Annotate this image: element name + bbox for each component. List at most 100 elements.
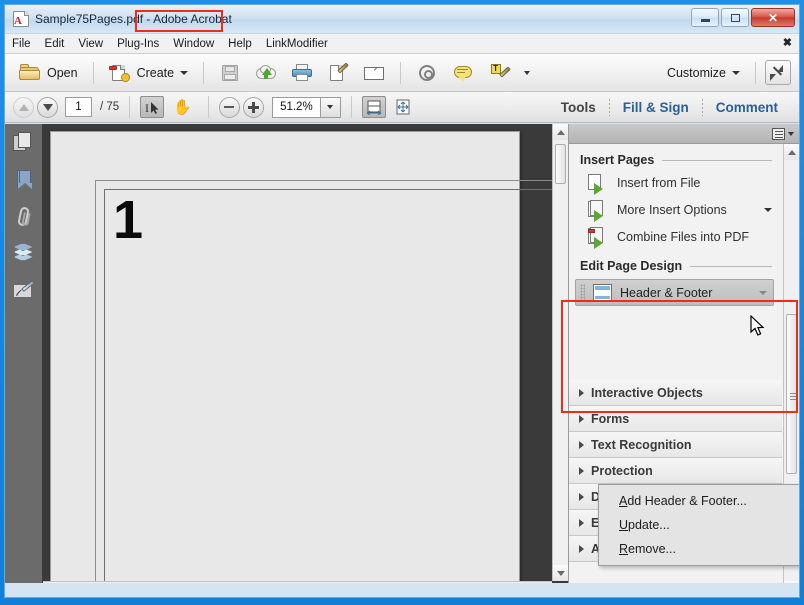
page-thumbnails-icon[interactable] xyxy=(12,132,35,154)
accordion-protection[interactable]: Protection xyxy=(569,458,782,484)
navigation-rail: 𝓉 xyxy=(5,124,43,597)
chevron-down-icon xyxy=(327,105,334,109)
menu-item-help[interactable]: Help xyxy=(221,36,259,52)
toolbar-separator xyxy=(92,61,94,84)
tools-tabs: Tools Fill & Sign Comment xyxy=(548,98,791,116)
tab-tools[interactable]: Tools xyxy=(548,100,609,115)
zoom-in-icon xyxy=(247,101,259,113)
next-page-button[interactable] xyxy=(37,96,58,118)
maximize-button[interactable] xyxy=(721,8,749,27)
menu-item-add-header-footer[interactable]: Add Header & Footer... xyxy=(599,489,799,513)
menu-item-file[interactable]: File xyxy=(5,36,38,52)
fit-page-icon xyxy=(396,99,410,114)
chevron-right-icon xyxy=(579,518,584,527)
header-footer-dropdown-menu[interactable]: Add Header & Footer... Update... Remove.… xyxy=(598,484,799,566)
accordion-label: Protection xyxy=(591,463,653,478)
tool-insert-from-file[interactable]: Insert from File xyxy=(569,169,782,196)
sign-document-button[interactable] xyxy=(321,60,355,86)
panel-options-icon[interactable] xyxy=(772,127,785,140)
zoom-level-input[interactable]: 51.2% xyxy=(271,96,321,118)
menu-item-view[interactable]: View xyxy=(71,36,110,52)
main-toolbar: Open Create T Customize xyxy=(5,54,799,92)
chevron-right-icon xyxy=(579,440,584,449)
accordion-forms[interactable]: Forms xyxy=(569,406,782,432)
zoom-in-button[interactable] xyxy=(242,96,264,118)
more-tools-button[interactable] xyxy=(518,68,536,78)
bookmarks-icon[interactable] xyxy=(13,169,35,191)
section-rule xyxy=(662,159,772,161)
signatures-icon[interactable]: 𝓉 xyxy=(12,280,35,302)
close-icon: ✕ xyxy=(767,10,779,25)
highlight-text-button[interactable]: T xyxy=(482,60,516,86)
tab-comment[interactable]: Comment xyxy=(703,100,791,115)
menu-item-update[interactable]: Update... xyxy=(599,513,799,537)
tool-more-insert-options[interactable]: More Insert Options xyxy=(569,196,782,223)
settings-button[interactable] xyxy=(410,60,444,86)
insert-pages-label: Insert Pages xyxy=(580,153,655,167)
close-button[interactable]: ✕ xyxy=(751,8,795,27)
header-footer-label: Header & Footer xyxy=(620,285,713,300)
chevron-right-icon xyxy=(579,544,584,553)
menu-item-remove[interactable]: Remove... xyxy=(599,537,799,561)
document-vertical-scrollbar[interactable] xyxy=(552,124,568,581)
expand-window-button[interactable] xyxy=(765,60,791,85)
tool-combine-files-into-pdf[interactable]: Combine Files into PDF xyxy=(569,223,782,250)
section-title-insert-pages: Insert Pages xyxy=(569,144,782,169)
document-viewport[interactable]: 1 xyxy=(43,124,568,597)
panel-scroll-thumb[interactable] xyxy=(786,314,798,474)
attachments-icon[interactable] xyxy=(13,206,35,228)
comment-button[interactable] xyxy=(446,60,480,86)
hand-tool-icon: ✋ xyxy=(173,98,192,116)
section-title-edit-page-design: Edit Page Design xyxy=(569,250,782,275)
select-tool-button[interactable]: I xyxy=(140,96,165,118)
tab-fill-sign[interactable]: Fill & Sign xyxy=(610,100,702,115)
customize-button[interactable]: Customize xyxy=(661,63,746,83)
previous-page-button[interactable] xyxy=(13,96,34,118)
save-button xyxy=(213,60,247,86)
layers-icon[interactable] xyxy=(13,243,35,265)
menu-item-edit[interactable]: Edit xyxy=(38,36,72,52)
chevron-down-icon[interactable] xyxy=(759,290,767,295)
scroll-down-button[interactable] xyxy=(553,565,568,581)
close-document-icon[interactable]: ✖ xyxy=(783,37,792,49)
chevron-down-icon[interactable] xyxy=(764,207,772,212)
toolbar-separator xyxy=(350,96,352,118)
email-button[interactable] xyxy=(357,60,391,86)
zoom-dropdown-button[interactable] xyxy=(320,96,341,118)
open-button[interactable]: Open xyxy=(13,60,84,86)
fit-page-button[interactable] xyxy=(389,96,418,119)
zoom-out-button[interactable] xyxy=(218,96,240,118)
save-icon xyxy=(219,63,241,83)
print-icon xyxy=(291,63,313,83)
create-button[interactable]: Create xyxy=(103,60,195,86)
zoom-control: 51.2% xyxy=(271,96,341,118)
accordion-interactive-objects[interactable]: Interactive Objects xyxy=(569,380,782,406)
print-button[interactable] xyxy=(285,60,319,86)
minimize-button[interactable] xyxy=(691,8,719,27)
hand-tool-button[interactable]: ✋ xyxy=(167,97,198,118)
upload-to-cloud-button[interactable] xyxy=(249,60,283,86)
document-canvas: 1 xyxy=(43,124,552,581)
comment-bubble-icon xyxy=(452,63,474,83)
scroll-up-button[interactable] xyxy=(784,144,799,160)
chevron-down-icon[interactable] xyxy=(788,131,794,136)
window-title: Sample75Pages.pdf - Adobe Acrobat xyxy=(35,12,232,26)
application-window: A Sample75Pages.pdf - Adobe Acrobat ✕ Fi… xyxy=(4,4,800,598)
page-number-input[interactable]: 1 xyxy=(65,97,92,117)
tool-header-and-footer[interactable]: Header & Footer xyxy=(575,279,774,306)
combine-files-icon xyxy=(588,227,608,249)
menu-bar: File Edit View Plug-Ins Window Help Link… xyxy=(5,33,799,54)
menu-item-plugins[interactable]: Plug-Ins xyxy=(110,36,166,52)
scroll-up-button[interactable] xyxy=(553,124,568,140)
toolbar-separator xyxy=(129,96,131,118)
menu-item-linkmodifier[interactable]: LinkModifier xyxy=(259,36,335,52)
tool-label: Combine Files into PDF xyxy=(617,229,749,244)
tools-panel-body: Insert Pages Insert from File More Inser… xyxy=(569,144,799,597)
menu-item-window[interactable]: Window xyxy=(166,36,221,52)
drag-handle-icon[interactable] xyxy=(580,284,585,301)
vertical-scroll-thumb[interactable] xyxy=(555,144,566,184)
accordion-text-recognition[interactable]: Text Recognition xyxy=(569,432,782,458)
fit-width-button[interactable] xyxy=(361,96,386,118)
window-controls: ✕ xyxy=(691,8,795,27)
customize-label: Customize xyxy=(666,65,726,80)
